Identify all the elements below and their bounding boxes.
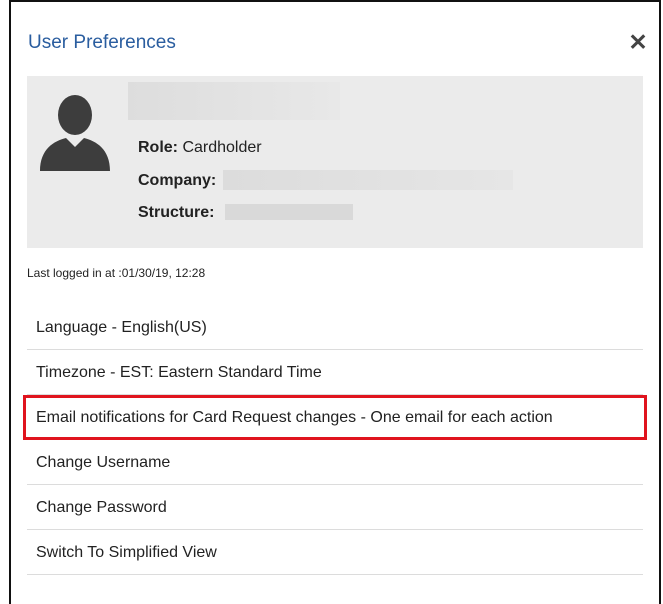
dialog-title: User Preferences [28, 32, 176, 53]
profile-card: Role: Cardholder Company: Structure: [27, 76, 643, 248]
close-icon[interactable]: ✕ [627, 30, 649, 54]
menu-item-change-password[interactable]: Change Password [27, 485, 643, 530]
redacted-structure [225, 204, 353, 220]
structure-line: Structure: [138, 204, 214, 222]
menu-item-simplified-view[interactable]: Switch To Simplified View [27, 530, 643, 575]
preferences-menu: Language - English(US) Timezone - EST: E… [23, 305, 647, 575]
company-label: Company: [138, 172, 217, 189]
user-preferences-dialog: User Preferences ✕ Role: Cardholder Comp… [9, 0, 661, 604]
menu-item-timezone[interactable]: Timezone - EST: Eastern Standard Time [27, 350, 643, 395]
menu-item-change-username[interactable]: Change Username [27, 440, 643, 485]
redacted-name [128, 82, 340, 120]
user-silhouette-icon [40, 95, 110, 171]
last-login-text: Last logged in at :01/30/19, 12:28 [27, 266, 206, 280]
role-label: Role: [138, 139, 178, 156]
company-line: Company: [138, 172, 216, 190]
role-value: Cardholder [182, 139, 262, 156]
role-line: Role: Cardholder [138, 139, 262, 157]
structure-label: Structure: [138, 204, 215, 221]
redacted-company [223, 170, 513, 190]
menu-item-language[interactable]: Language - English(US) [27, 305, 643, 350]
menu-item-email-notifications[interactable]: Email notifications for Card Request cha… [23, 395, 647, 440]
